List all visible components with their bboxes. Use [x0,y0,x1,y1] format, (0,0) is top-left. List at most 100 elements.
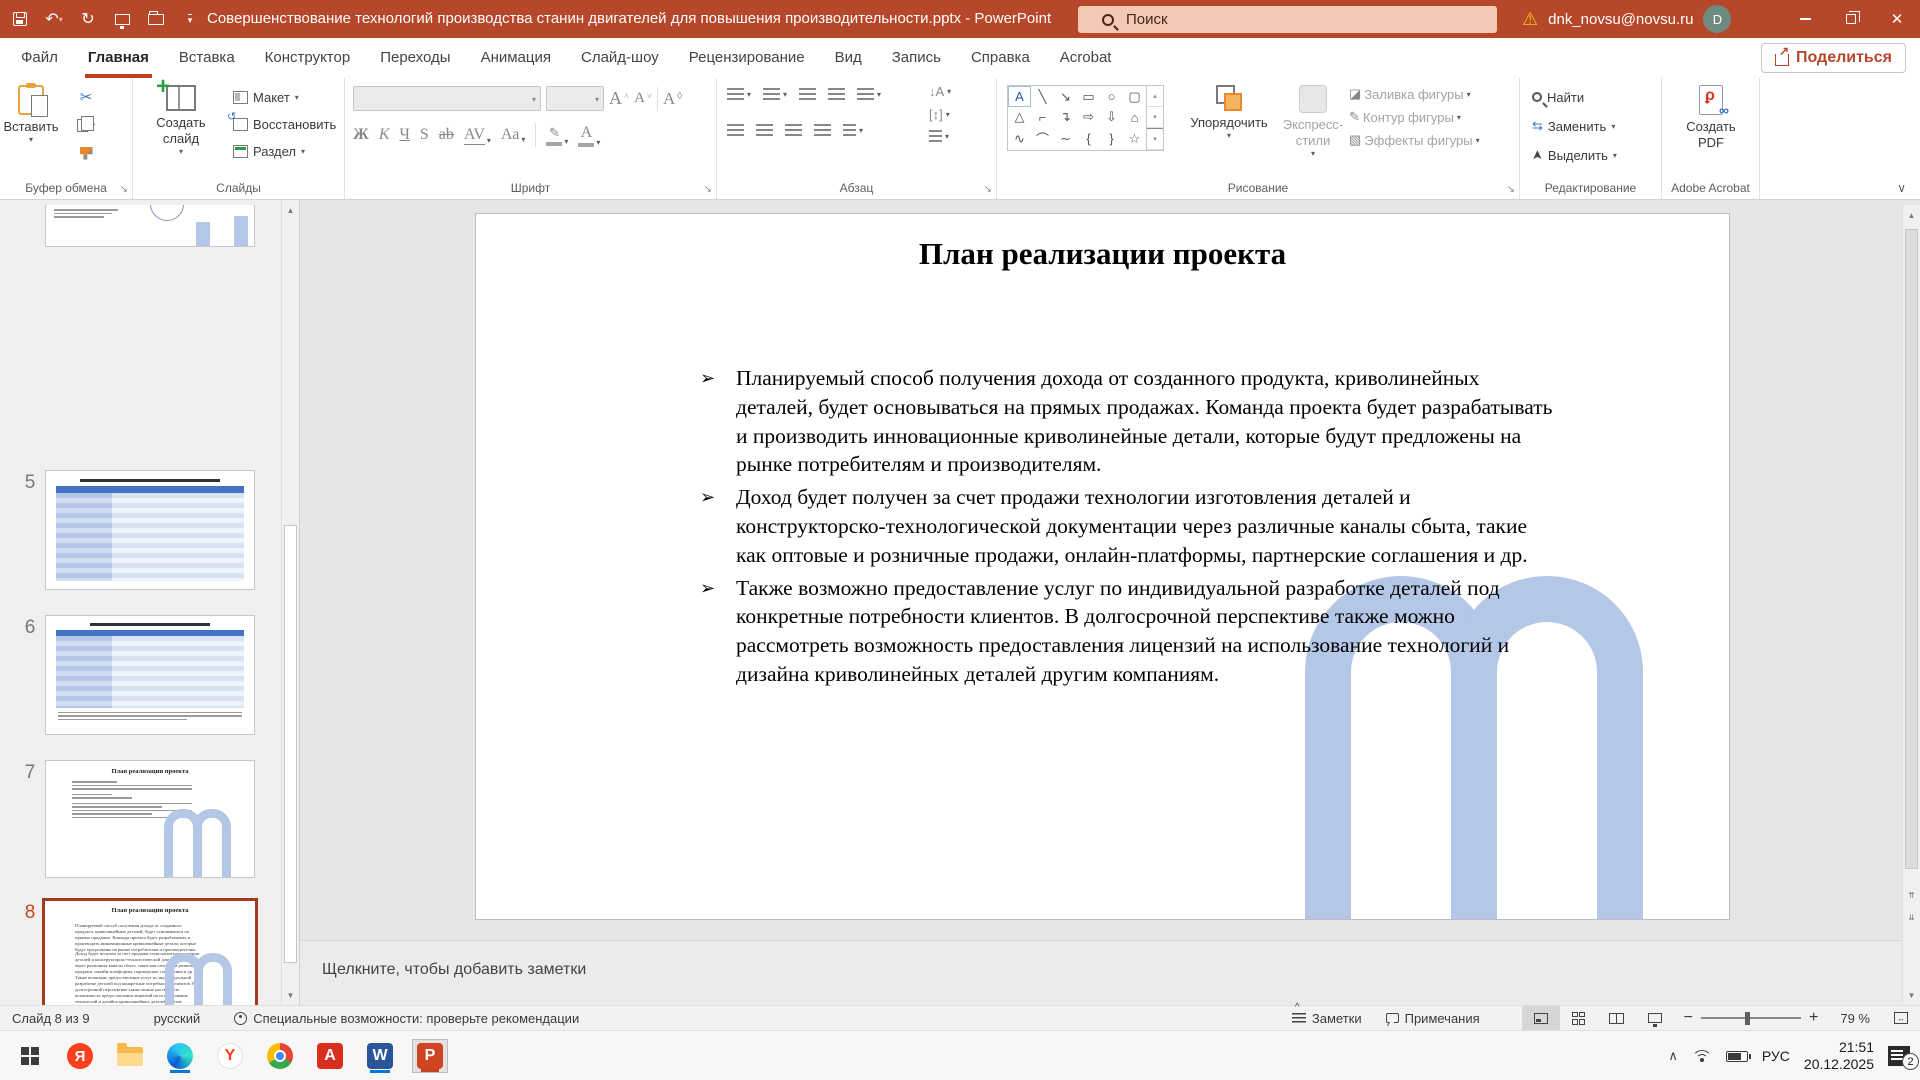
tab-help[interactable]: Справка [956,38,1045,78]
new-slide-button[interactable]: Создать слайд ▾ [133,78,229,174]
taskbar-edge[interactable] [162,1039,198,1073]
keyboard-language[interactable]: РУС [1762,1048,1790,1064]
zoom-in-button[interactable]: + [1809,1009,1818,1027]
columns-button[interactable]: ▾ [843,124,863,137]
search-input[interactable]: Поиск [1078,6,1497,33]
curve-shape-icon[interactable]: ∼ [1054,127,1077,150]
next-slide-button[interactable]: ⇊ [1903,907,1920,927]
taskbar-acrobat-reader[interactable]: A [312,1039,348,1073]
convert-smartart-button[interactable]: ▾ [929,130,951,143]
scroll-down-button[interactable]: ▼ [1903,985,1920,1005]
zoom-slider-thumb[interactable] [1745,1012,1750,1025]
right-brace-shape-icon[interactable]: } [1100,127,1123,150]
tab-slideshow[interactable]: Слайд-шоу [566,38,674,78]
normal-view-button[interactable] [1522,1006,1560,1031]
oval-shape-icon[interactable]: ○ [1100,86,1123,107]
paste-button[interactable]: Вставить ▾ [0,78,62,174]
tab-review[interactable]: Рецензирование [674,38,820,78]
save-button[interactable] [10,9,30,29]
tab-animations[interactable]: Анимация [466,38,566,78]
left-brace-shape-icon[interactable]: { [1077,127,1100,150]
customize-qat-button[interactable]: ▾ [180,9,200,29]
copy-button[interactable]: ▾ [66,114,106,136]
reset-button[interactable]: Восстановить [233,113,336,135]
create-pdf-button[interactable]: Создать PDF [1662,78,1760,174]
tab-record[interactable]: Запись [877,38,956,78]
wifi-icon[interactable] [1692,1048,1712,1064]
reading-view-button[interactable] [1598,1006,1636,1031]
change-case-button[interactable]: Аа▾ [501,126,525,144]
italic-button[interactable]: К [379,126,390,144]
zoom-level[interactable]: 79 % [1828,1011,1882,1026]
layout-button[interactable]: Макет▾ [233,86,336,108]
battery-icon[interactable] [1726,1051,1748,1062]
scribble-shape-icon[interactable]: ∿ [1008,127,1031,150]
text-box-shape-icon[interactable]: A [1008,86,1031,107]
bullets-button[interactable]: ▾ [727,88,751,101]
account-area[interactable]: ⚠ dnk_novsu@novsu.ru D [1522,0,1731,38]
line-shape-icon[interactable]: ╲ [1031,86,1054,107]
shape-effects-button[interactable]: ▧Эффекты фигуры▾ [1349,132,1480,148]
taskbar-yandex-search[interactable]: Я [62,1039,98,1073]
bullet-item[interactable]: Также возможно предоставление услуг по и… [736,574,1554,689]
rectangle-shape-icon[interactable]: ▭ [1077,86,1100,107]
shapes-scroll-down-button[interactable]: ▾ [1147,107,1163,128]
section-button[interactable]: Раздел▾ [233,140,336,162]
tab-view[interactable]: Вид [820,38,877,78]
slide-body-text[interactable]: Планируемый способ получения дохода от с… [736,364,1554,693]
text-direction-button[interactable]: ↓A▾ [929,84,951,99]
align-left-button[interactable] [727,124,744,137]
format-painter-button[interactable] [66,142,106,164]
strikethrough-button[interactable]: ab [439,126,454,144]
tab-transitions[interactable]: Переходы [365,38,465,78]
star-shape-icon[interactable]: ☆ [1123,127,1146,150]
share-button[interactable]: Поделиться [1761,43,1906,73]
close-button[interactable]: ✕ [1874,0,1920,38]
redo-button[interactable]: ↻ [78,9,98,29]
slide-5-thumbnail[interactable] [45,470,255,590]
find-button[interactable]: Найти [1532,86,1617,108]
arc-shape-icon[interactable]: ⌒ [1031,127,1054,150]
taskbar-clock[interactable]: 21:51 20.12.2025 [1804,1039,1874,1073]
align-right-button[interactable] [785,124,802,137]
shapes-gallery-expand-button[interactable]: ▾ [1147,128,1163,150]
language-indicator[interactable]: русский [142,1011,213,1026]
line-spacing-button[interactable]: ▾ [857,88,881,101]
down-arrow-shape-icon[interactable]: ⇩ [1100,107,1123,127]
underline-button[interactable]: Ч [399,126,409,144]
main-scrollbar[interactable]: ▲ ⇈ ⇊ ▼ [1902,205,1920,1005]
slide-editor[interactable]: План реализации проекта Планируемый спос… [475,213,1730,920]
scrollbar-thumb[interactable] [1905,229,1918,869]
paragraph-dialog-launcher[interactable]: ↘ [984,184,992,195]
tab-insert[interactable]: Вставка [164,38,250,78]
quick-styles-button[interactable]: Экспресс-стили ▾ [1279,78,1347,174]
minimize-button[interactable] [1782,0,1828,38]
select-button[interactable]: ➤Выделить▾ [1532,144,1617,166]
notes-pane[interactable]: Щелкните, чтобы добавить заметки [300,940,1920,1005]
shapes-scroll-up-button[interactable]: ▴ [1147,86,1163,107]
comments-toggle-button[interactable]: Примечания [1374,1011,1492,1026]
notes-toggle-button[interactable]: Заметки [1280,1011,1374,1026]
zoom-out-button[interactable]: − [1684,1009,1693,1027]
scroll-up-button[interactable]: ▲ [1903,205,1920,225]
clipboard-dialog-launcher[interactable]: ↘ [120,184,128,195]
tab-design[interactable]: Конструктор [250,38,366,78]
start-slideshow-button[interactable] [112,9,132,29]
decrease-font-size-button[interactable]: А˅ [634,90,652,107]
slide-sorter-view-button[interactable] [1560,1006,1598,1031]
drawing-dialog-launcher[interactable]: ↘ [1507,184,1515,195]
avatar[interactable]: D [1703,5,1731,33]
character-spacing-button[interactable]: AV▾ [464,126,491,145]
fit-to-window-button[interactable]: ↔ [1882,1012,1920,1024]
arrange-button[interactable]: Упорядочить ▾ [1179,78,1279,174]
align-text-button[interactable]: [↕]▾ [929,107,951,122]
undo-button[interactable]: ↶▾ [44,9,64,29]
font-dialog-launcher[interactable]: ↘ [704,184,712,195]
scroll-up-button[interactable]: ▲ [282,200,299,220]
notification-center-button[interactable]: 2 [1888,1046,1910,1066]
restore-button[interactable] [1828,0,1874,38]
previous-slide-button[interactable]: ⇈ [1903,885,1920,905]
right-arrow-shape-icon[interactable]: ⇨ [1077,107,1100,127]
font-color-button[interactable]: А▾ [578,124,600,147]
tab-acrobat[interactable]: Acrobat [1045,38,1127,78]
